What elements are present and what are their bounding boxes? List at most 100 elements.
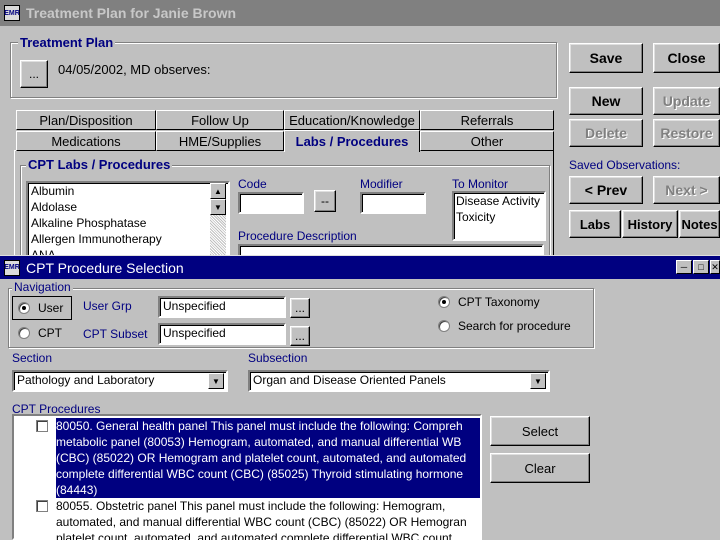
- procedure-line: 80055. Obstetric panel This panel must i…: [56, 499, 446, 513]
- tab-labs-procedures[interactable]: Labs / Procedures: [284, 130, 420, 152]
- user-grp-label: User Grp: [83, 299, 132, 313]
- tab-education-knowledge[interactable]: Education/Knowledge: [284, 110, 420, 130]
- cpt-dialog-title: CPT Procedure Selection: [26, 259, 184, 276]
- minimize-icon[interactable]: ─: [676, 260, 692, 274]
- procedure-line: complete differential WBC count (CBC) (8…: [56, 467, 464, 481]
- section-select[interactable]: Pathology and Laboratory ▼: [12, 370, 228, 392]
- cpt-dialog-titlebar[interactable]: EMR CPT Procedure Selection: [0, 256, 720, 279]
- procedure-line: platelet count, automated, and automated…: [56, 531, 453, 540]
- user-grp-ellipsis-button[interactable]: ...: [290, 298, 310, 318]
- radio-cpt-taxonomy-label: CPT Taxonomy: [458, 295, 540, 309]
- close-button-label: Close: [667, 50, 706, 66]
- delete-button[interactable]: Delete: [569, 119, 643, 147]
- tab-referrals[interactable]: Referrals: [420, 110, 554, 130]
- radio-search-procedure-label: Search for procedure: [458, 319, 571, 333]
- history-button-label: History: [627, 216, 673, 232]
- new-button[interactable]: New: [569, 87, 643, 115]
- radio-search-procedure[interactable]: [438, 320, 450, 332]
- radio-cpt-label: CPT: [38, 326, 62, 340]
- list-item[interactable]: Allergen Immunotherapy: [31, 232, 162, 246]
- tab-medications-label: Medications: [51, 133, 121, 149]
- tab-follow-up[interactable]: Follow Up: [156, 110, 284, 130]
- procedure-line: automated, and manual differential WBC c…: [56, 515, 467, 529]
- app-icon: EMR: [4, 5, 20, 21]
- radio-cpt[interactable]: [18, 327, 30, 339]
- tab-labs-procedures-label: Labs / Procedures: [295, 134, 409, 149]
- scroll-up-icon[interactable]: ▲: [210, 183, 226, 199]
- scroll-down-icon[interactable]: ▼: [210, 199, 226, 215]
- cpt-subset-field[interactable]: Unspecified: [158, 323, 286, 345]
- select-button[interactable]: Select: [490, 416, 590, 446]
- radio-cpt-taxonomy[interactable]: [438, 296, 450, 308]
- treatment-plan-group-label: Treatment Plan: [18, 35, 116, 50]
- prev-button-label: < Prev: [584, 182, 628, 198]
- prev-button[interactable]: < Prev: [569, 176, 643, 204]
- tab-plan-disposition[interactable]: Plan/Disposition: [16, 110, 156, 130]
- procedure-item-selected[interactable]: 80050. General health panel This panel m…: [56, 418, 480, 498]
- list-item[interactable]: Aldolase: [31, 200, 77, 214]
- procedure-item[interactable]: 80055. Obstetric panel This panel must i…: [56, 498, 480, 540]
- lab-list[interactable]: Albumin Aldolase Alkaline Phosphatase Al…: [26, 181, 230, 257]
- restore-button[interactable]: Restore: [653, 119, 720, 147]
- navigation-label: Navigation: [12, 280, 73, 294]
- code-lookup-button[interactable]: --: [314, 190, 336, 212]
- notes-button[interactable]: Notes: [679, 210, 720, 238]
- list-item[interactable]: Disease Activity: [456, 193, 542, 209]
- next-button[interactable]: Next >: [653, 176, 720, 204]
- subsection-select[interactable]: Organ and Disease Oriented Panels ▼: [248, 370, 550, 392]
- to-monitor-list[interactable]: Disease Activity Toxicity: [452, 191, 546, 241]
- list-item[interactable]: Toxicity: [456, 209, 542, 225]
- procedure-checkbox[interactable]: [36, 420, 48, 432]
- tab-plan-disposition-label: Plan/Disposition: [39, 112, 133, 128]
- treatment-plan-titlebar[interactable]: EMR Treatment Plan for Janie Brown: [0, 0, 720, 26]
- clear-button[interactable]: Clear: [490, 453, 590, 483]
- to-monitor-label: To Monitor: [452, 177, 509, 191]
- tab-hme-supplies[interactable]: HME/Supplies: [156, 131, 284, 151]
- procedure-line: (84443): [56, 483, 98, 497]
- procedure-line: (CBC) (85022) OR Hemogram and platelet c…: [56, 451, 467, 465]
- code-field[interactable]: [238, 192, 304, 214]
- app-icon: EMR: [4, 259, 20, 276]
- cpt-subset-label: CPT Subset: [83, 327, 148, 341]
- subsection-value: Organ and Disease Oriented Panels: [253, 373, 446, 387]
- section-value: Pathology and Laboratory: [17, 373, 155, 387]
- close-button[interactable]: Close: [653, 43, 720, 73]
- cpt-subset-ellipsis-button[interactable]: ...: [290, 326, 310, 346]
- procedure-description-label: Procedure Description: [238, 229, 357, 243]
- observation-note: 04/05/2002, MD observes:: [58, 62, 211, 77]
- dropdown-arrow-icon[interactable]: ▼: [530, 373, 546, 389]
- notes-button-label: Notes: [681, 216, 718, 232]
- modifier-label: Modifier: [360, 177, 403, 191]
- labs-button[interactable]: Labs: [569, 210, 621, 238]
- tab-other-label: Other: [470, 133, 504, 149]
- lab-list-scrollbar[interactable]: [210, 215, 226, 255]
- user-grp-field[interactable]: Unspecified: [158, 296, 286, 318]
- tab-other[interactable]: Other: [420, 131, 554, 151]
- restore-button-label: Restore: [660, 125, 713, 141]
- subsection-label: Subsection: [248, 351, 308, 365]
- update-button-label: Update: [662, 93, 711, 109]
- section-label: Section: [12, 351, 53, 365]
- procedure-checkbox[interactable]: [36, 500, 48, 512]
- note-ellipsis-button[interactable]: ...: [20, 60, 48, 88]
- modifier-field[interactable]: [360, 192, 426, 214]
- maximize-icon[interactable]: □: [693, 260, 709, 274]
- new-button-label: New: [591, 93, 621, 109]
- list-item[interactable]: Albumin: [31, 184, 74, 198]
- update-button[interactable]: Update: [653, 87, 720, 115]
- tab-hme-supplies-label: HME/Supplies: [178, 133, 262, 149]
- tab-referrals-label: Referrals: [460, 112, 514, 128]
- history-button[interactable]: History: [622, 210, 678, 238]
- next-button-label: Next >: [665, 182, 708, 198]
- cpt-labs-group-label: CPT Labs / Procedures: [26, 157, 173, 172]
- dropdown-arrow-icon[interactable]: ▼: [208, 373, 224, 389]
- close-icon[interactable]: ✕: [710, 260, 720, 274]
- procedure-line: 80050. General health panel This panel m…: [56, 419, 463, 433]
- tab-follow-up-label: Follow Up: [191, 112, 249, 128]
- radio-user-label: User: [38, 301, 64, 315]
- save-button[interactable]: Save: [569, 43, 643, 73]
- tab-medications[interactable]: Medications: [16, 131, 156, 151]
- list-item[interactable]: Alkaline Phosphatase: [31, 216, 146, 230]
- radio-user[interactable]: [18, 302, 30, 314]
- tab-education-knowledge-label: Education/Knowledge: [289, 112, 415, 128]
